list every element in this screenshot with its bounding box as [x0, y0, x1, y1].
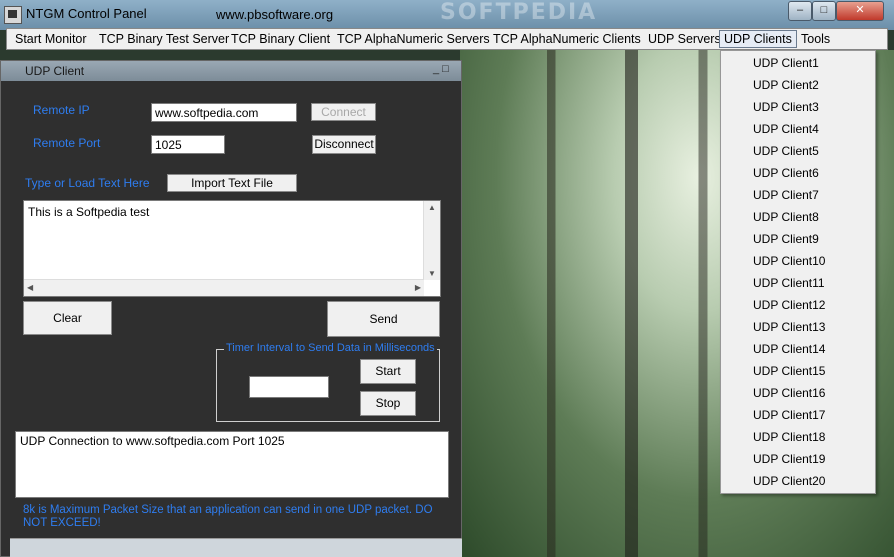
dropdown-item-udp-client14[interactable]: UDP Client14 [753, 342, 825, 356]
menu-bar: Start Monitor TCP Binary Test Server TCP… [6, 28, 888, 50]
menu-tools[interactable]: Tools [801, 32, 830, 46]
message-textarea[interactable]: This is a Softpedia test ▲ ▼ ◀ ▶ [23, 200, 441, 297]
dropdown-item-udp-client4[interactable]: UDP Client4 [753, 122, 819, 136]
scroll-down-icon[interactable]: ▼ [428, 269, 436, 278]
dropdown-item-udp-client17[interactable]: UDP Client17 [753, 408, 825, 422]
window-title: NTGM Control Panel [26, 6, 147, 21]
scroll-left-icon[interactable]: ◀ [27, 283, 33, 292]
dropdown-item-udp-client1[interactable]: UDP Client1 [753, 56, 819, 70]
timer-interval-input[interactable] [249, 376, 329, 398]
dropdown-item-udp-client7[interactable]: UDP Client7 [753, 188, 819, 202]
connect-button[interactable]: Connect [311, 103, 376, 121]
scroll-up-icon[interactable]: ▲ [428, 203, 436, 212]
footer-note: 8k is Maximum Packet Size that an applic… [23, 504, 433, 529]
menu-tcp-binary-test-server[interactable]: TCP Binary Test Server [99, 32, 229, 46]
send-button[interactable]: Send [327, 301, 440, 337]
dropdown-item-udp-client16[interactable]: UDP Client16 [753, 386, 825, 400]
dropdown-item-udp-client10[interactable]: UDP Client10 [753, 254, 825, 268]
dropdown-item-udp-client11[interactable]: UDP Client11 [753, 276, 825, 290]
connection-log-text: UDP Connection to www.softpedia.com Port… [20, 434, 285, 448]
menu-start-monitor[interactable]: Start Monitor [15, 32, 87, 46]
dropdown-item-udp-client9[interactable]: UDP Client9 [753, 232, 819, 246]
udp-clients-dropdown: UDP Client1 UDP Client2 UDP Client3 UDP … [720, 50, 876, 494]
start-button[interactable]: Start [360, 359, 416, 384]
scroll-right-icon[interactable]: ▶ [415, 283, 421, 292]
menu-tcp-alphanumeric-clients[interactable]: TCP AlphaNumeric Clients [493, 32, 641, 46]
type-text-label: Type or Load Text Here [25, 176, 150, 190]
dropdown-item-udp-client12[interactable]: UDP Client12 [753, 298, 825, 312]
dropdown-item-udp-client18[interactable]: UDP Client18 [753, 430, 825, 444]
app-icon [4, 6, 22, 24]
remote-port-label: Remote Port [33, 136, 101, 150]
child-minimize-icon[interactable]: _ □ [433, 63, 449, 75]
dropdown-item-udp-client5[interactable]: UDP Client5 [753, 144, 819, 158]
window-url: www.pbsoftware.org [216, 7, 334, 22]
import-text-file-button[interactable]: Import Text File [167, 174, 297, 192]
disconnect-button[interactable]: Disconnect [312, 135, 376, 154]
dropdown-item-udp-client8[interactable]: UDP Client8 [753, 210, 819, 224]
watermark-logo: SOFTPEDIA [440, 0, 598, 25]
menu-tcp-alphanumeric-servers[interactable]: TCP AlphaNumeric Servers [337, 32, 490, 46]
title-bar: NTGM Control Panel www.pbsoftware.org SO… [0, 0, 894, 30]
timer-interval-label: Timer Interval to Send Data in Milliseco… [224, 342, 437, 354]
dropdown-item-udp-client15[interactable]: UDP Client15 [753, 364, 825, 378]
dropdown-item-udp-client20[interactable]: UDP Client20 [753, 474, 825, 488]
menu-udp-clients[interactable]: UDP Clients [719, 30, 797, 48]
clear-button[interactable]: Clear [23, 301, 112, 335]
message-text: This is a Softpedia test [28, 205, 150, 219]
remote-ip-label: Remote IP [33, 103, 90, 117]
remote-ip-input[interactable]: www.softpedia.com [151, 103, 297, 122]
dropdown-item-udp-client6[interactable]: UDP Client6 [753, 166, 819, 180]
udp-client-window: UDP Client _ □ Remote IP www.softpedia.c… [0, 60, 462, 557]
maximize-icon[interactable]: □ [812, 1, 836, 21]
dropdown-item-udp-client2[interactable]: UDP Client2 [753, 78, 819, 92]
dropdown-item-udp-client13[interactable]: UDP Client13 [753, 320, 825, 334]
child-title-bar[interactable]: UDP Client _ □ [1, 61, 461, 81]
child-window-title: UDP Client [25, 64, 85, 78]
stop-button[interactable]: Stop [360, 391, 416, 416]
dropdown-item-udp-client3[interactable]: UDP Client3 [753, 100, 819, 114]
minimize-icon[interactable]: – [788, 1, 812, 21]
menu-udp-servers[interactable]: UDP Servers [648, 32, 721, 46]
menu-tcp-binary-client[interactable]: TCP Binary Client [231, 32, 330, 46]
connection-log: UDP Connection to www.softpedia.com Port… [15, 431, 449, 498]
dropdown-item-udp-client19[interactable]: UDP Client19 [753, 452, 825, 466]
remote-port-input[interactable]: 1025 [151, 135, 225, 154]
close-icon[interactable]: ✕ [836, 1, 884, 21]
horizontal-scrollbar[interactable]: ◀ ▶ [24, 279, 424, 296]
vertical-scrollbar[interactable]: ▲ ▼ [423, 201, 440, 280]
bottom-bar [10, 538, 462, 557]
timer-group: Timer Interval to Send Data in Milliseco… [216, 342, 440, 422]
